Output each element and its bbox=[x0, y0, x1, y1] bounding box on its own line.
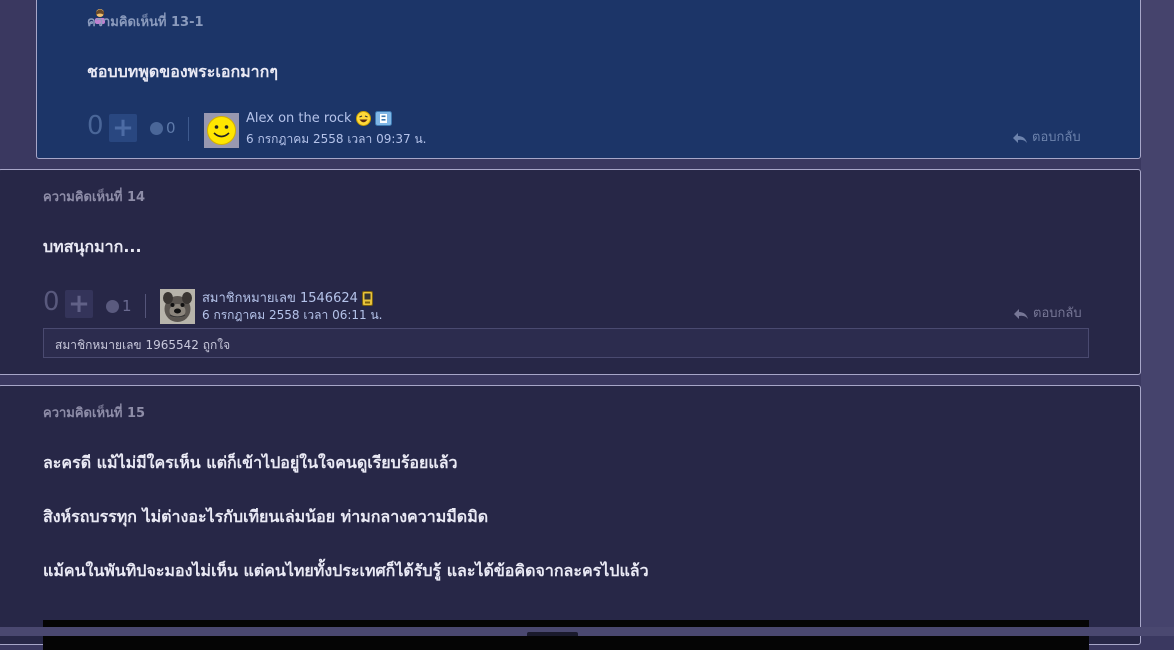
timestamp: 6 กรกฎาคม 2558 เวลา 06:11 น. bbox=[202, 308, 383, 322]
reply-label: ตอบกลับ bbox=[1033, 306, 1082, 321]
comment-number: ความคิดเห็นที่ 13-1 bbox=[87, 15, 204, 30]
comment-body-line: บทสนุกมาก... bbox=[43, 237, 142, 256]
reply-button[interactable]: ตอบกลับ bbox=[1013, 302, 1082, 323]
bottom-bar bbox=[0, 627, 1174, 636]
vote-count: 0 bbox=[43, 287, 60, 317]
reply-label: ตอบกลับ bbox=[1032, 130, 1081, 145]
emotion-icon[interactable] bbox=[106, 300, 119, 313]
likes-summary[interactable]: สมาชิกหมายเลข 1965542 ถูกใจ bbox=[43, 328, 1089, 358]
plus-vote-button[interactable]: + bbox=[65, 290, 93, 318]
username-row: Alex on the rock bbox=[246, 111, 392, 126]
avatar[interactable] bbox=[204, 113, 239, 148]
comment-13-1: ความคิดเห็นที่ 13-1 ชอบบทพูดของพระเอกมาก… bbox=[36, 0, 1141, 159]
username-link[interactable]: Alex on the rock bbox=[246, 111, 352, 126]
emotion-count: 0 bbox=[166, 119, 176, 137]
emotion-icon[interactable] bbox=[150, 122, 163, 135]
comment-14: ความคิดเห็นที่ 14 บทสนุกมาก... 0 + 1 สมา… bbox=[0, 169, 1141, 375]
reply-arrow-icon bbox=[1014, 308, 1028, 319]
member-badge-icon bbox=[374, 111, 392, 126]
smiley-face-avatar bbox=[204, 113, 239, 148]
comment-body-line: สิงห์รถบรรทุก ไม่ต่างอะไรกับเทียนเล่มน้อ… bbox=[43, 507, 489, 526]
plus-icon: + bbox=[112, 113, 134, 143]
comment-body-line: ละครดี แม้ไม่มีใครเห็น แต่ก็เข้าไปอยู่ใน… bbox=[43, 453, 458, 472]
bottom-tab[interactable] bbox=[527, 632, 578, 636]
mobile-phone-icon bbox=[362, 291, 374, 306]
emotion-count: 1 bbox=[122, 297, 132, 315]
divider bbox=[145, 294, 146, 318]
plus-icon: + bbox=[68, 289, 90, 319]
vote-count: 0 bbox=[87, 111, 104, 141]
plus-vote-button[interactable]: + bbox=[109, 114, 137, 142]
comment-number: ความคิดเห็นที่ 15 bbox=[43, 406, 146, 421]
comment-15: ความคิดเห็นที่ 15 ละครดี แม้ไม่มีใครเห็น… bbox=[0, 385, 1141, 650]
comment-body-line: ชอบบทพูดของพระเอกมากๆ bbox=[87, 62, 278, 81]
username-link[interactable]: สมาชิกหมายเลข 1546624 bbox=[202, 291, 358, 306]
reply-button[interactable]: ตอบกลับ bbox=[1012, 126, 1081, 147]
avatar[interactable] bbox=[160, 289, 195, 324]
divider bbox=[188, 117, 189, 141]
timestamp: 6 กรกฎาคม 2558 เวลา 09:37 น. bbox=[246, 132, 427, 146]
username-row: สมาชิกหมายเลข 1546624 bbox=[202, 287, 374, 308]
page-background-right bbox=[1141, 0, 1174, 636]
reply-arrow-icon bbox=[1013, 132, 1027, 143]
dog-avatar bbox=[160, 289, 195, 324]
comment-body-line: แม้คนในพันทิปจะมองไม่เห็น แต่คนไทยทั้งปร… bbox=[43, 561, 649, 580]
laughing-emoji-icon bbox=[355, 111, 371, 126]
comment-number: ความคิดเห็นที่ 14 bbox=[43, 190, 146, 205]
